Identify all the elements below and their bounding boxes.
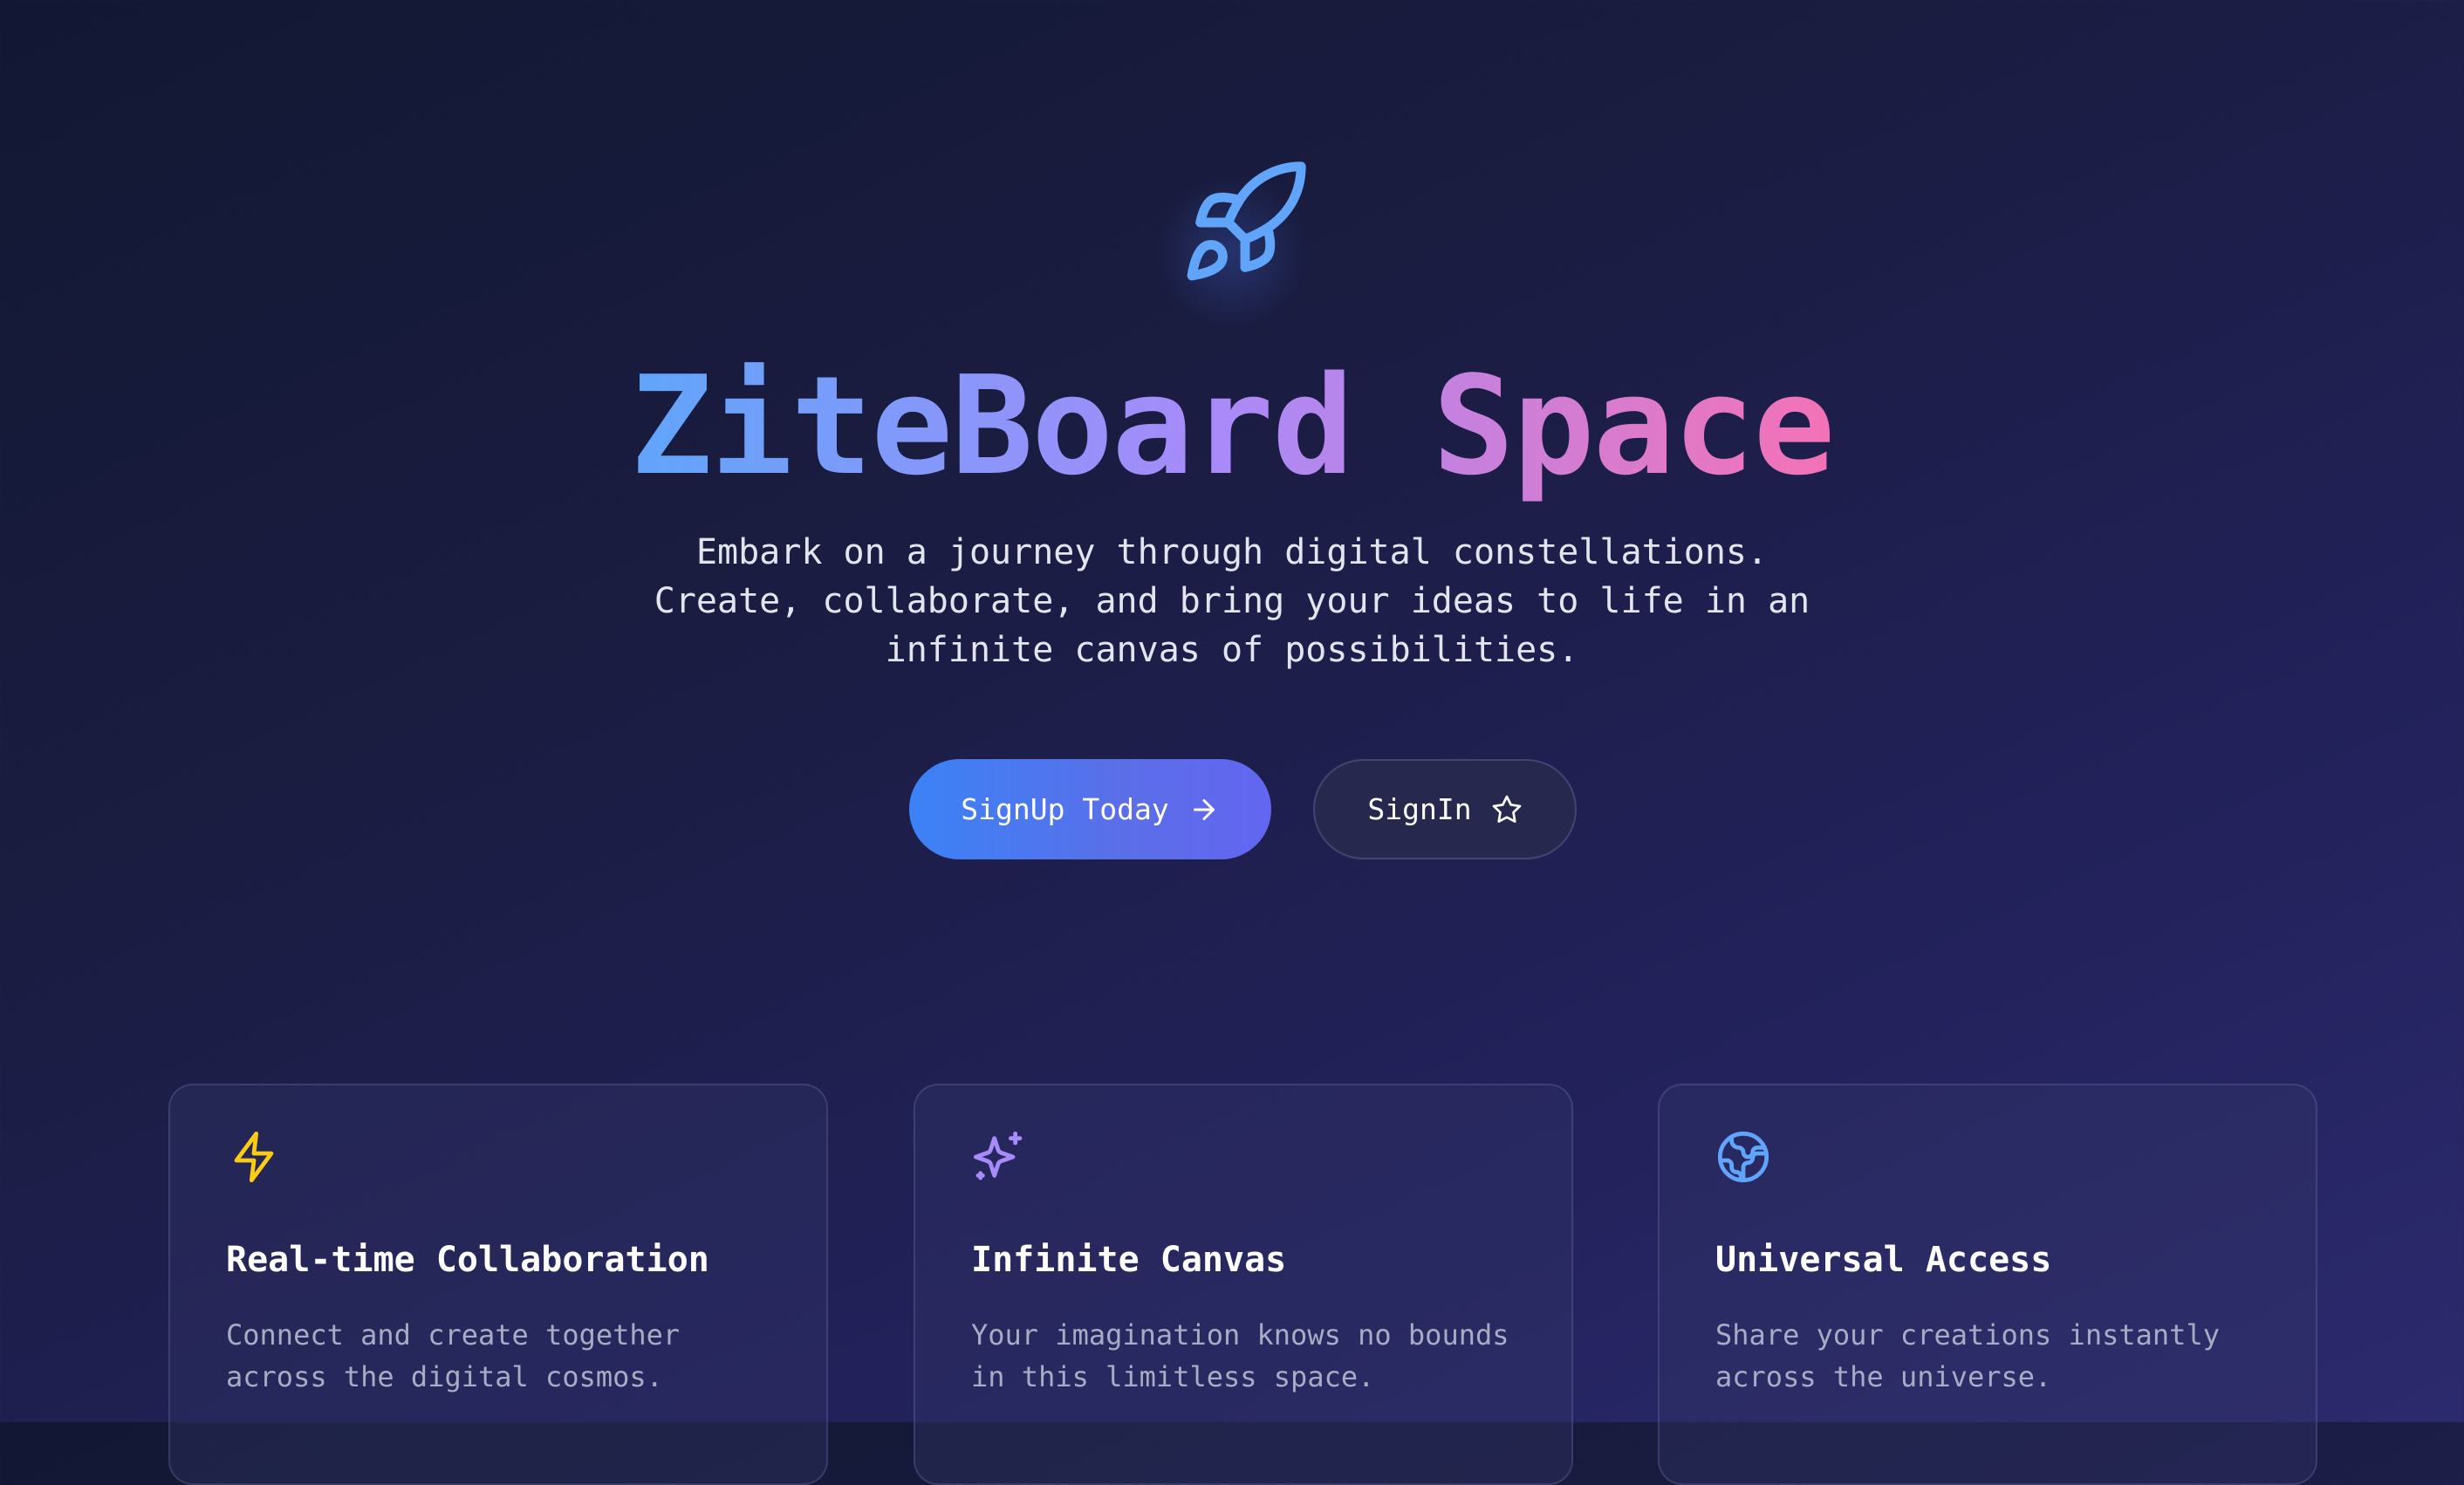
arrow-right-icon <box>1188 794 1220 825</box>
star-icon <box>1491 794 1523 825</box>
signin-button[interactable]: SignIn <box>1313 759 1577 859</box>
feature-card-access: Universal Access Share your creations in… <box>1658 1084 2317 1485</box>
feature-title: Real-time Collaboration <box>226 1240 709 1280</box>
sparkles-icon <box>971 1129 1027 1185</box>
lightning-icon <box>226 1129 282 1185</box>
feature-card-canvas: Infinite Canvas Your imagination knows n… <box>914 1084 1573 1485</box>
feature-card-collaboration: Real-time Collaboration Connect and crea… <box>168 1084 828 1485</box>
rocket-icon <box>1178 155 1312 290</box>
feature-description: Share your creations instantly across th… <box>1715 1318 2220 1393</box>
feature-title: Universal Access <box>1715 1240 2052 1280</box>
feature-description: Connect and create together across the d… <box>226 1318 681 1393</box>
signin-button-label: SignIn <box>1367 792 1472 826</box>
signup-button-label: SignUp Today <box>961 792 1169 826</box>
globe-icon <box>1715 1129 1771 1185</box>
page-title: ZiteBoard Space <box>0 347 2464 504</box>
feature-title: Infinite Canvas <box>971 1240 1287 1280</box>
page-title-text: ZiteBoard Space <box>630 346 1836 505</box>
feature-description: Your imagination knows no bounds in this… <box>971 1318 1509 1393</box>
hero-subtitle: Embark on a journey through digital cons… <box>654 532 1810 670</box>
signup-button[interactable]: SignUp Today <box>909 759 1271 859</box>
